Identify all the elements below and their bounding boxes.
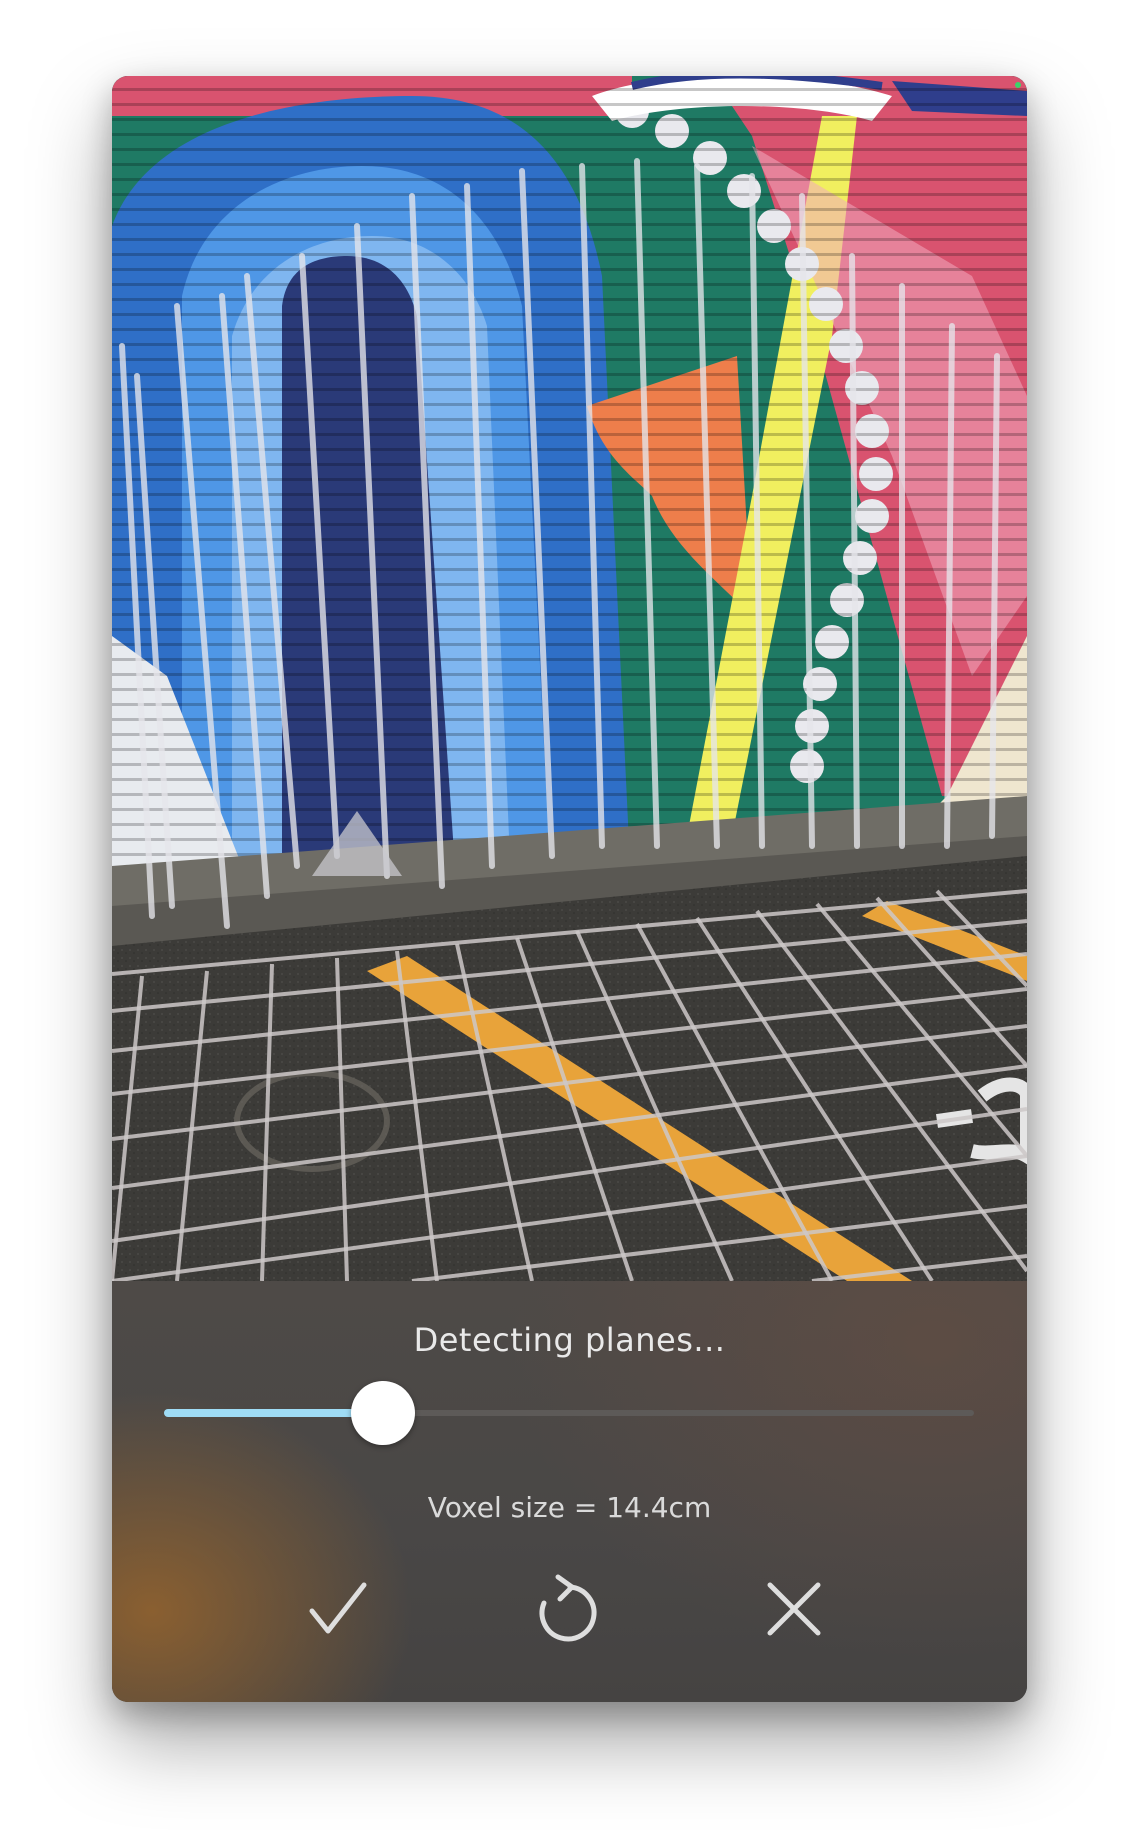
- voxel-size-slider[interactable]: [164, 1381, 974, 1445]
- app-window: Detecting planes... Voxel size = 14.4cm: [112, 76, 1027, 1702]
- voxel-size-label: Voxel size = 14.4cm: [427, 1491, 712, 1524]
- status-indicator: [1015, 82, 1021, 88]
- slider-thumb[interactable]: [350, 1381, 415, 1445]
- ar-camera-view[interactable]: [112, 76, 1027, 1281]
- refresh-icon: [539, 1574, 597, 1642]
- confirm-button[interactable]: [290, 1561, 386, 1657]
- slider-fill: [164, 1409, 383, 1417]
- camera-feed: [112, 76, 1027, 1281]
- cancel-button[interactable]: [746, 1561, 842, 1657]
- close-icon: [767, 1582, 821, 1636]
- reset-button[interactable]: [517, 1561, 613, 1657]
- control-panel: Detecting planes... Voxel size = 14.4cm: [112, 1281, 1027, 1702]
- status-text: Detecting planes...: [413, 1321, 726, 1359]
- checkmark-icon: [309, 1582, 367, 1634]
